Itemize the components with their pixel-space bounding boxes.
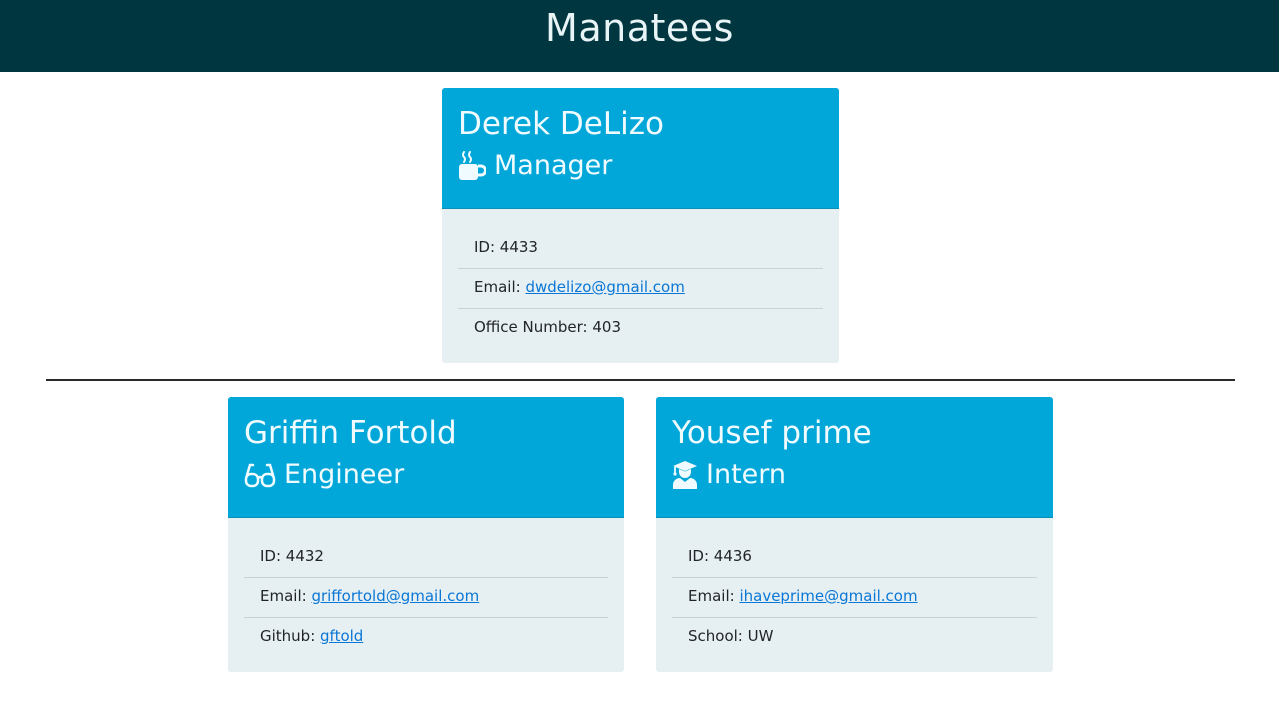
engineer-card: Griffin Fortold Engineer ID: 4432 Email:… (228, 397, 624, 672)
id-row: ID: 4436 (672, 538, 1037, 578)
card-header: Griffin Fortold Engineer (228, 397, 624, 518)
employee-name: Derek DeLizo (458, 106, 664, 142)
email-link[interactable]: griffortold@gmail.com (311, 587, 479, 605)
office-row: Office Number: 403 (458, 309, 823, 348)
id-value: 4436 (713, 547, 752, 565)
glasses-icon (244, 461, 276, 489)
card-body: ID: 4433 Email: dwdelizo@gmail.com Offic… (442, 209, 839, 348)
mug-icon (458, 151, 486, 181)
id-row: ID: 4432 (244, 538, 608, 578)
github-row: Github: gftold (244, 618, 608, 657)
github-label: Github: (260, 627, 321, 645)
email-link[interactable]: ihaveprime@gmail.com (739, 587, 917, 605)
github-link[interactable]: gftold (320, 627, 363, 645)
role-label: Manager (494, 150, 613, 181)
email-row: Email: ihaveprime@gmail.com (672, 578, 1037, 618)
intern-card: Yousef prime Intern ID: 4436 Email: ihav… (656, 397, 1053, 672)
email-row: Email: griffortold@gmail.com (244, 578, 608, 618)
id-label: ID: (688, 547, 714, 565)
employee-name: Griffin Fortold (244, 415, 457, 451)
role-label: Intern (706, 459, 787, 490)
card-header: Derek DeLizo Manager (442, 88, 839, 209)
school-label: School: (688, 627, 748, 645)
office-label: Office Number: (474, 318, 593, 336)
card-body: ID: 4432 Email: griffortold@gmail.com Gi… (228, 518, 624, 657)
manager-card: Derek DeLizo Manager ID: 4433 Email: dwd… (442, 88, 839, 363)
school-value: UW (747, 627, 774, 645)
email-label: Email: (688, 587, 740, 605)
email-label: Email: (474, 278, 526, 296)
id-row: ID: 4433 (458, 229, 823, 269)
employee-role: Manager (458, 146, 823, 186)
employee-name: Yousef prime (672, 415, 872, 451)
page-header: Manatees (0, 0, 1279, 72)
email-link[interactable]: dwdelizo@gmail.com (525, 278, 684, 296)
id-value: 4432 (285, 547, 324, 565)
page-title: Manatees (545, 6, 734, 50)
email-label: Email: (260, 587, 312, 605)
id-label: ID: (260, 547, 286, 565)
employee-role: Intern (672, 455, 1037, 495)
email-row: Email: dwdelizo@gmail.com (458, 269, 823, 309)
id-value: 4433 (499, 238, 538, 256)
school-row: School: UW (672, 618, 1037, 657)
card-body: ID: 4436 Email: ihaveprime@gmail.com Sch… (656, 518, 1053, 657)
id-label: ID: (474, 238, 500, 256)
employee-role: Engineer (244, 455, 608, 495)
office-value: 403 (592, 318, 622, 336)
section-divider (46, 379, 1235, 381)
card-header: Yousef prime Intern (656, 397, 1053, 518)
graduate-icon (672, 460, 698, 490)
role-label: Engineer (284, 459, 405, 490)
